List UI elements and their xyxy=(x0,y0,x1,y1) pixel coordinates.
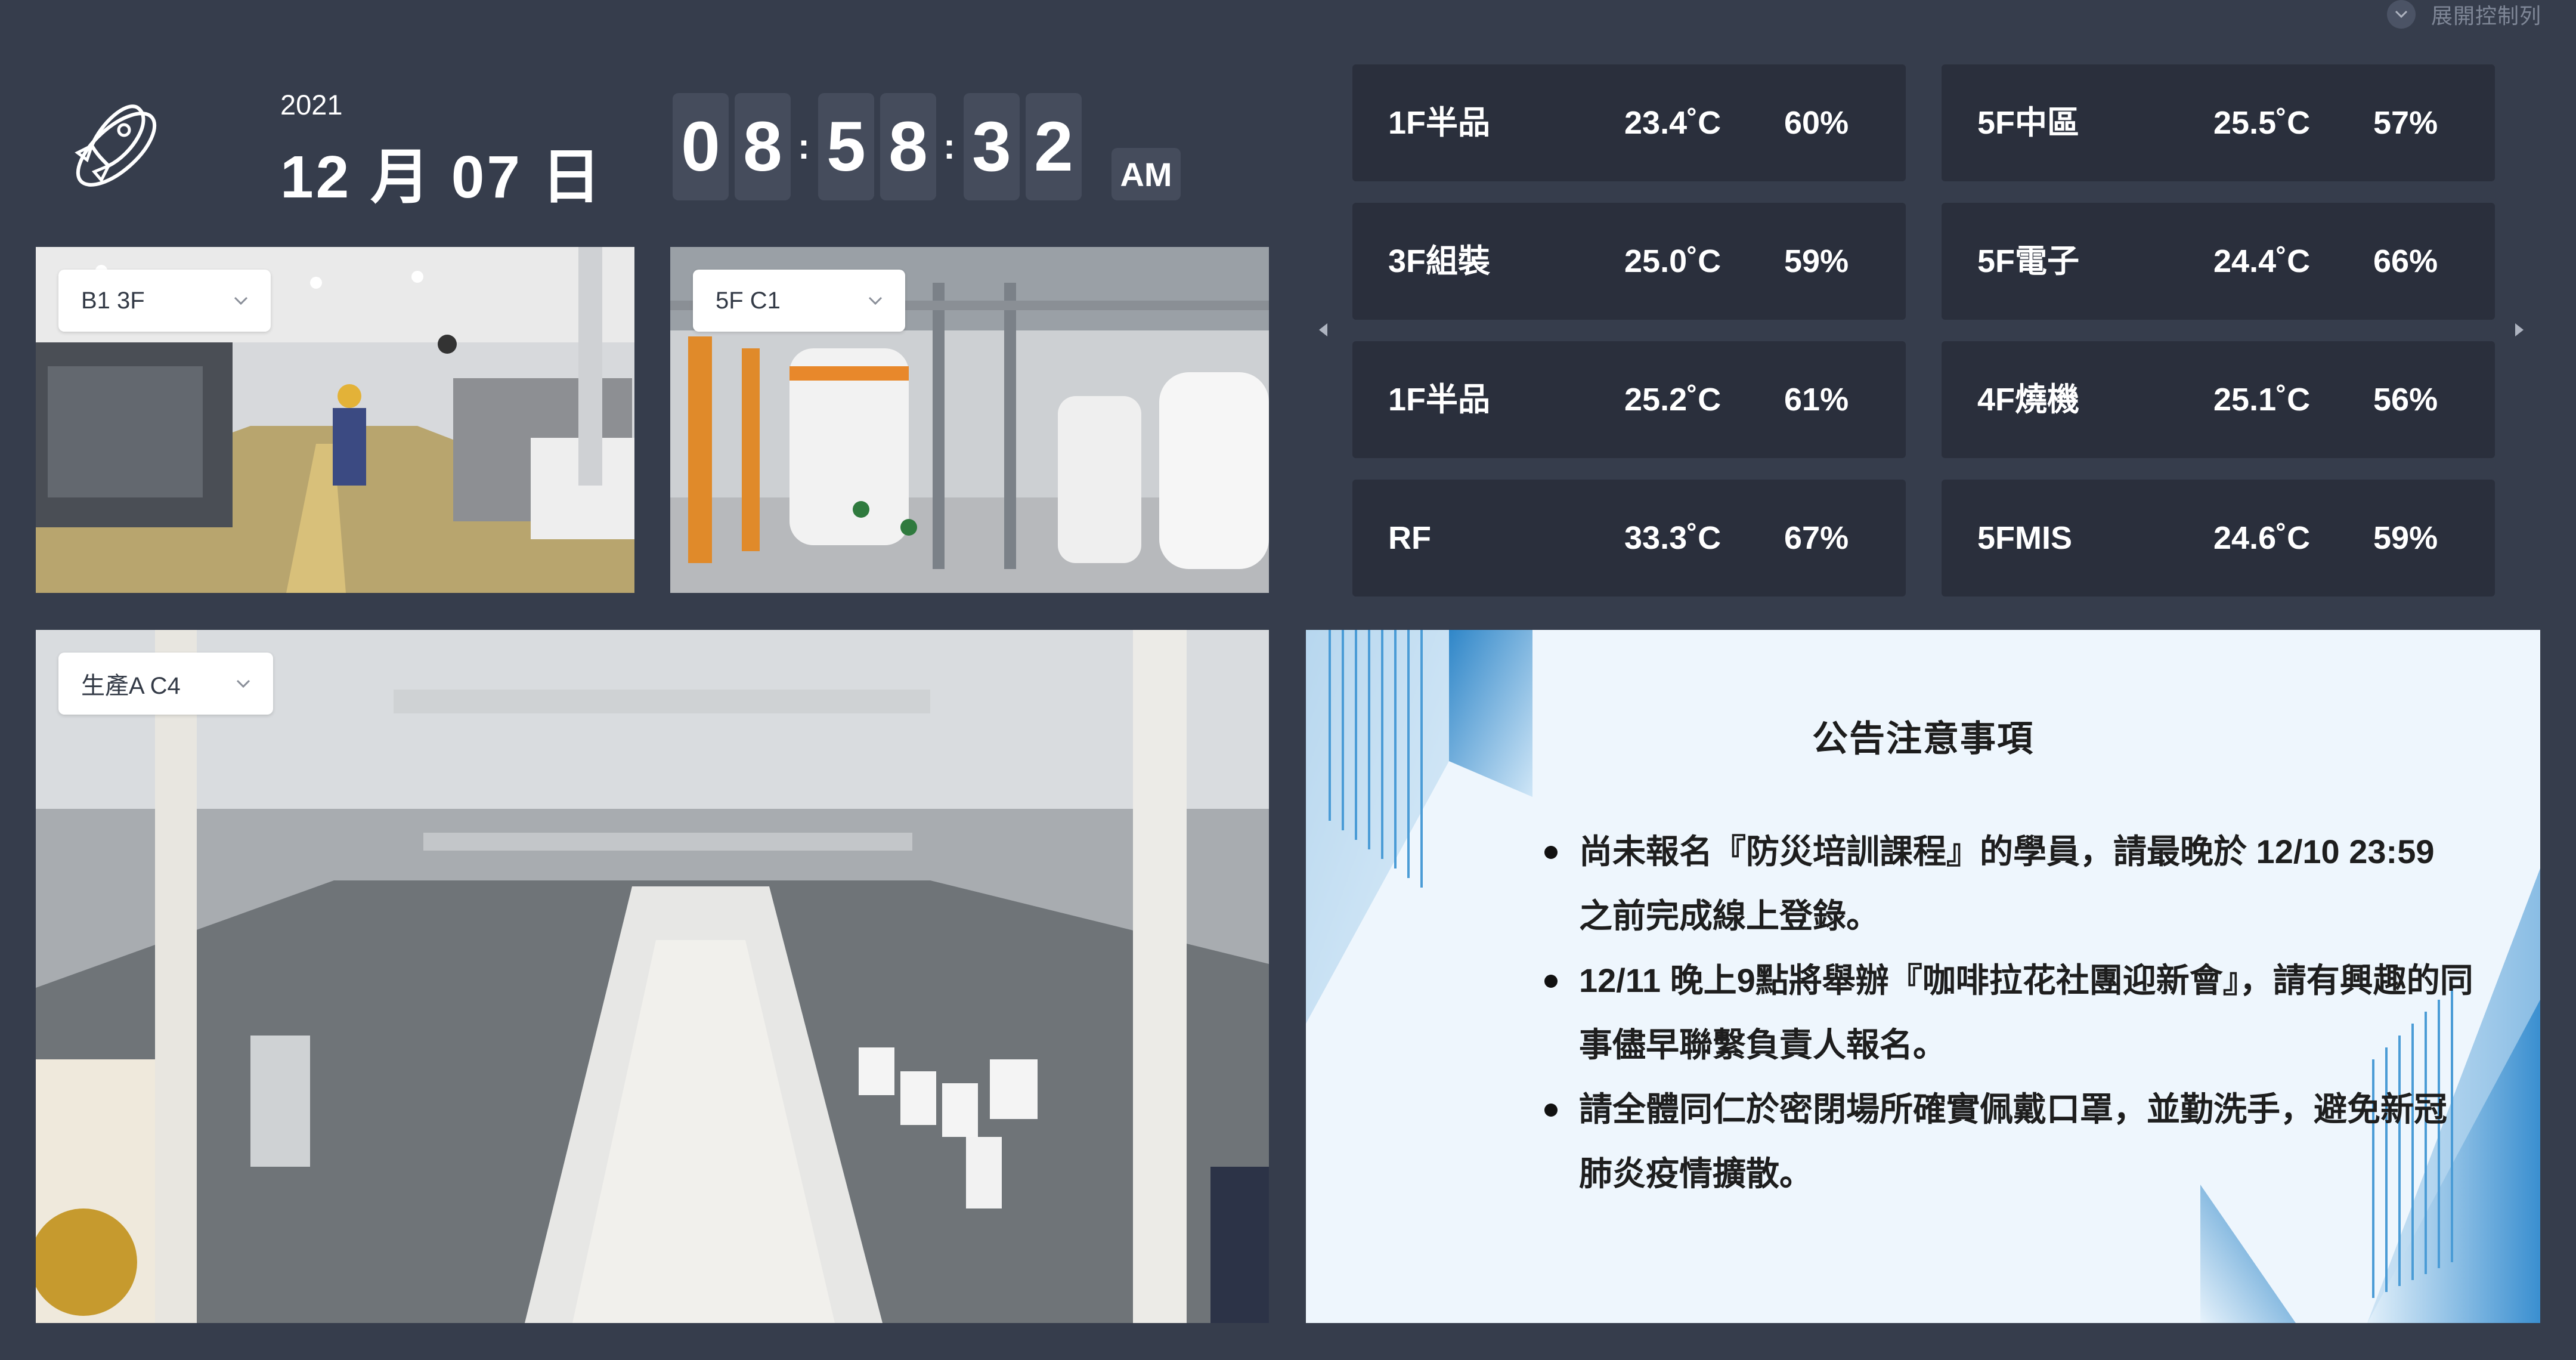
announcement-item: 尚未報名『防災培訓課程』的學員，請最晚於 12/10 23:59 之前完成線上登… xyxy=(1544,820,2475,948)
sensor-location: 1F半品 xyxy=(1388,382,1491,418)
sensor-humidity: 60% xyxy=(1784,105,1849,141)
sensor-tile: 1F半品 25.2˚C 61% xyxy=(1352,341,1906,458)
camera-feed-1: B1 3F xyxy=(36,247,634,593)
expand-control-bar-toggle[interactable]: 展開控制列 xyxy=(2386,0,2541,30)
camera-1-select-value: B1 3F xyxy=(81,287,145,314)
sensor-temperature: 24.6˚C xyxy=(2213,520,2311,556)
sensor-location: 5F中區 xyxy=(1977,105,2080,141)
year-label: 2021 xyxy=(280,89,343,120)
announcement-title: 公告注意事項 xyxy=(1812,719,2034,759)
announcement-panel: 公告注意事項 尚未報名『防災培訓課程』的學員，請最晚於 12/10 23:59 … xyxy=(1306,630,2540,1323)
camera-3-select-value: 生產A C4 xyxy=(81,673,181,699)
chevron-down-icon xyxy=(234,293,248,308)
sensor-tile: 5FMIS 24.6˚C 59% xyxy=(1942,480,2495,596)
camera-2-select[interactable]: 5F C1 xyxy=(693,270,905,332)
sensor-humidity: 57% xyxy=(2373,105,2438,141)
sensor-tile: 5F中區 25.5˚C 57% xyxy=(1942,64,2495,181)
clock-separator: : xyxy=(798,126,810,166)
chevron-down-icon xyxy=(236,676,250,691)
sensor-temperature: 24.4˚C xyxy=(2213,243,2311,279)
clock-minute-ones: 8 xyxy=(880,93,936,200)
sensor-humidity: 56% xyxy=(2373,382,2438,418)
sensor-humidity: 59% xyxy=(2373,520,2438,556)
clock-minute-tens: 5 xyxy=(818,93,874,200)
sensor-temperature: 25.1˚C xyxy=(2213,382,2311,418)
caret-left-icon[interactable] xyxy=(1315,321,1331,339)
camera-feed-image xyxy=(36,630,1269,1323)
clock-second-ones: 2 xyxy=(1026,93,1082,200)
camera-1-select[interactable]: B1 3F xyxy=(58,270,271,332)
sensor-temperature: 25.2˚C xyxy=(1624,382,1722,418)
caret-right-icon[interactable] xyxy=(2512,321,2527,339)
rocket-orbit-icon xyxy=(66,95,167,197)
camera-feed-3: 生產A C4 xyxy=(36,630,1269,1323)
sensor-temperature: 25.0˚C xyxy=(1624,243,1722,279)
announcement-list: 尚未報名『防災培訓課程』的學員，請最晚於 12/10 23:59 之前完成線上登… xyxy=(1544,820,2475,1206)
clock-hour-tens: 0 xyxy=(673,93,729,200)
sensor-humidity: 61% xyxy=(1784,382,1849,418)
clock-ampm: AM xyxy=(1111,148,1181,200)
sensor-location: 5FMIS xyxy=(1977,520,2073,556)
sensor-temperature: 33.3˚C xyxy=(1624,520,1722,556)
sensor-temperature: 25.5˚C xyxy=(2213,105,2311,141)
sensor-temperature: 23.4˚C xyxy=(1624,105,1722,141)
sensor-tile: 5F電子 24.4˚C 66% xyxy=(1942,203,2495,320)
sensor-location: 4F燒機 xyxy=(1977,382,2080,418)
announcement-item: 請全體同仁於密閉場所確實佩戴口罩，並勤洗手，避免新冠肺炎疫情擴散。 xyxy=(1544,1077,2475,1206)
sensor-tile: 3F組裝 25.0˚C 59% xyxy=(1352,203,1906,320)
sensor-location: 1F半品 xyxy=(1388,105,1491,141)
chevron-down-icon[interactable] xyxy=(2386,0,2416,29)
sensor-location: 3F組裝 xyxy=(1388,243,1491,279)
sensor-tile: 4F燒機 25.1˚C 56% xyxy=(1942,341,2495,458)
sensor-location: 5F電子 xyxy=(1977,243,2080,279)
sensor-tile: 1F半品 23.4˚C 60% xyxy=(1352,64,1906,181)
camera-3-select[interactable]: 生產A C4 xyxy=(58,653,273,715)
sensor-humidity: 66% xyxy=(2373,243,2438,279)
sensor-humidity: 67% xyxy=(1784,520,1849,556)
chevron-down-icon xyxy=(868,293,883,308)
camera-feed-2: 5F C1 xyxy=(670,247,1269,593)
sensor-tile: RF 33.3˚C 67% xyxy=(1352,480,1906,596)
camera-2-select-value: 5F C1 xyxy=(716,287,781,314)
expand-control-label[interactable]: 展開控制列 xyxy=(2431,0,2541,30)
clock-hour-ones: 8 xyxy=(735,93,791,200)
sensor-humidity: 59% xyxy=(1784,243,1849,279)
clock-second-tens: 3 xyxy=(964,93,1020,200)
clock-separator: : xyxy=(943,126,955,166)
date-display: 12 月 07 日 xyxy=(280,144,603,211)
announcement-item: 12/11 晚上9點將舉辦『咖啡拉花社團迎新會』，請有興趣的同事儘早聯繫負責人報… xyxy=(1544,948,2475,1077)
sensor-location: RF xyxy=(1388,520,1431,556)
